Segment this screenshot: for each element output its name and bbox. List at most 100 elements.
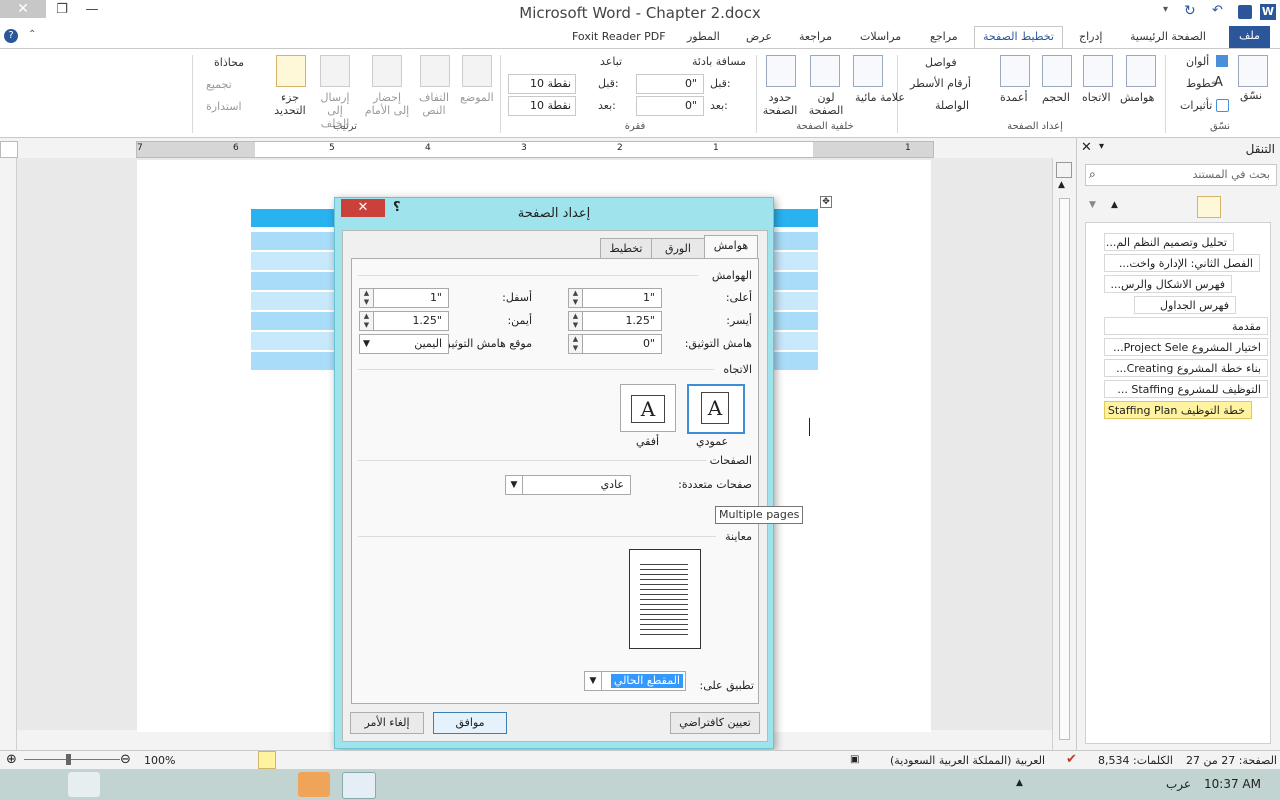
bottom-margin-input[interactable]: 1" <box>373 288 449 308</box>
margins-button[interactable]: هوامش <box>1120 91 1154 104</box>
nav-heading-item[interactable]: بناء خطة المشروع Creating... <box>1104 359 1268 377</box>
nav-heading-item[interactable]: فهرس الاشكال والرس... <box>1104 275 1232 293</box>
chrome-icon[interactable] <box>68 772 100 797</box>
cancel-button[interactable]: إلغاء الأمر <box>350 712 424 734</box>
tab-references[interactable]: مراجع <box>930 30 958 43</box>
position-button[interactable]: الموضع <box>460 91 494 104</box>
line-numbers-button[interactable]: أرقام الأسطر <box>910 77 971 90</box>
size-button[interactable]: الحجم <box>1042 91 1070 104</box>
fonts-button[interactable]: خطوط <box>1186 77 1218 90</box>
nav-heading-item-selected[interactable]: خطة التوظيف Staffing Plan <box>1104 401 1252 419</box>
wrap-text-icon[interactable] <box>420 55 450 87</box>
tab-review[interactable]: مراجعة <box>799 30 832 43</box>
ok-button[interactable]: موافق <box>433 712 507 734</box>
tab-layout[interactable]: تخطيط <box>600 238 652 259</box>
tab-paper[interactable]: الورق <box>651 238 705 259</box>
tab-developer[interactable]: المطور <box>687 30 720 43</box>
bring-forward-button[interactable]: إحضار إلى الأمام <box>364 91 410 117</box>
horizontal-ruler[interactable]: 7 6 5 4 3 2 1 1 <box>136 141 934 158</box>
undo-icon[interactable]: ↶ <box>1212 3 1223 18</box>
page-color-button[interactable]: لون الصفحة <box>806 91 846 117</box>
nav-pane-options-icon[interactable]: ▾ <box>1099 141 1104 152</box>
outline-view-icon[interactable] <box>206 753 220 765</box>
multiple-pages-select[interactable]: عادي ▼ <box>505 475 631 495</box>
rotate-button[interactable]: استدارة <box>206 100 242 113</box>
page-number[interactable]: الصفحة: 27 من 27 <box>1186 754 1277 767</box>
print-layout-view-icon[interactable] <box>258 751 276 769</box>
columns-icon[interactable] <box>1000 55 1030 87</box>
browse-headings-tab[interactable] <box>1197 196 1221 218</box>
collapse-ribbon-icon[interactable]: ⌃ <box>28 29 36 40</box>
margins-icon[interactable] <box>1126 55 1156 87</box>
bring-forward-icon[interactable] <box>372 55 402 87</box>
columns-button[interactable]: أعمدة <box>1000 91 1028 104</box>
input-language[interactable]: عرب <box>1166 777 1191 791</box>
zoom-level[interactable]: 100% <box>144 754 175 767</box>
tab-margins[interactable]: هوامش <box>704 235 758 259</box>
table-move-handle-icon[interactable]: ✥ <box>820 196 832 208</box>
browse-results-tab[interactable] <box>1253 196 1275 216</box>
nav-heading-item[interactable]: اختيار المشروع Project Sele... <box>1104 338 1268 356</box>
spacing-after-input[interactable]: 10 نقطة <box>508 96 576 116</box>
tab-mailings[interactable]: مراسلات <box>860 30 901 43</box>
paint-icon[interactable] <box>252 772 284 797</box>
zoom-in-icon[interactable]: ⊕ <box>6 752 17 767</box>
orientation-icon[interactable] <box>1083 55 1113 87</box>
scroll-thumb[interactable] <box>1059 198 1070 740</box>
selection-pane-icon[interactable] <box>276 55 306 87</box>
nav-next-icon[interactable]: ▼ <box>1089 200 1096 210</box>
top-margin-spinner[interactable]: ▲ ▼ <box>568 288 583 308</box>
firefox-icon[interactable] <box>160 772 192 797</box>
effects-button[interactable]: تأثيرات <box>1180 99 1212 112</box>
tray-overflow-icon[interactable]: ▲ <box>1016 778 1023 788</box>
right-margin-spinner[interactable]: ▲ ▼ <box>359 311 374 331</box>
page-borders-button[interactable]: حدود الصفحة <box>758 91 802 117</box>
align-button[interactable]: محاذاة <box>214 56 244 69</box>
start-button-icon[interactable] <box>24 772 56 797</box>
size-icon[interactable] <box>1042 55 1072 87</box>
nav-heading-item[interactable]: فهرس الجداول <box>1134 296 1236 314</box>
zoom-slider-thumb[interactable] <box>66 754 71 765</box>
draft-view-icon[interactable] <box>186 753 200 765</box>
watermark-icon[interactable] <box>853 55 883 87</box>
zoom-out-icon[interactable]: ⊖ <box>120 752 131 767</box>
tab-view[interactable]: عرض <box>746 30 772 43</box>
language-status[interactable]: العربية (المملكة العربية السعودية) <box>890 754 1045 767</box>
position-icon[interactable] <box>462 55 492 87</box>
proofing-icon[interactable]: ✔ <box>1066 752 1077 767</box>
tab-home[interactable]: الصفحة الرئيسية <box>1130 30 1206 43</box>
watermark-button[interactable]: علامة مائية <box>855 91 905 104</box>
tab-selector-icon[interactable] <box>0 141 18 158</box>
nav-search-input[interactable]: ⌕ بحث في المستند <box>1085 164 1277 186</box>
tab-foxit[interactable]: Foxit Reader PDF <box>572 30 666 43</box>
clock[interactable]: 10:37 AM <box>1204 777 1261 791</box>
nav-heading-item[interactable]: مقدمة <box>1104 317 1268 335</box>
colors-button[interactable]: ألوان <box>1186 55 1209 68</box>
save-icon[interactable] <box>1238 5 1252 19</box>
portrait-option[interactable]: A <box>687 384 745 434</box>
left-margin-spinner[interactable]: ▲ ▼ <box>568 311 583 331</box>
themes-icon[interactable] <box>1238 55 1268 87</box>
gutter-spinner[interactable]: ▲ ▼ <box>568 334 583 354</box>
left-margin-input[interactable]: 1.25" <box>582 311 662 331</box>
apply-to-select[interactable]: المقطع الحالي ▼ <box>584 671 686 691</box>
nav-heading-item[interactable]: التوظيف للمشروع Staffing ... <box>1104 380 1268 398</box>
help-icon[interactable]: ? <box>4 29 18 43</box>
indent-after-input[interactable]: 0" <box>636 96 704 116</box>
scroll-up-icon[interactable]: ▲ <box>1058 180 1065 190</box>
tab-insert[interactable]: إدراج <box>1079 30 1102 43</box>
customize-qat-icon[interactable]: ▾ <box>1163 4 1168 15</box>
orientation-button[interactable]: الاتجاه <box>1082 91 1111 104</box>
page-color-icon[interactable] <box>810 55 840 87</box>
redo-icon[interactable]: ↻ <box>1184 3 1196 19</box>
indent-before-input[interactable]: 0" <box>636 74 704 94</box>
right-margin-input[interactable]: 1.25" <box>373 311 449 331</box>
landscape-option[interactable]: A <box>620 384 676 432</box>
nav-heading-item[interactable]: تحليل وتصميم النظم الم... <box>1104 233 1234 251</box>
nav-prev-icon[interactable]: ▲ <box>1111 200 1118 210</box>
internet-explorer-icon[interactable] <box>114 772 146 797</box>
group-button[interactable]: تجميع <box>206 78 232 91</box>
browse-pages-tab[interactable] <box>1225 196 1247 216</box>
bottom-margin-spinner[interactable]: ▲ ▼ <box>359 288 374 308</box>
zoom-slider[interactable] <box>24 759 120 760</box>
